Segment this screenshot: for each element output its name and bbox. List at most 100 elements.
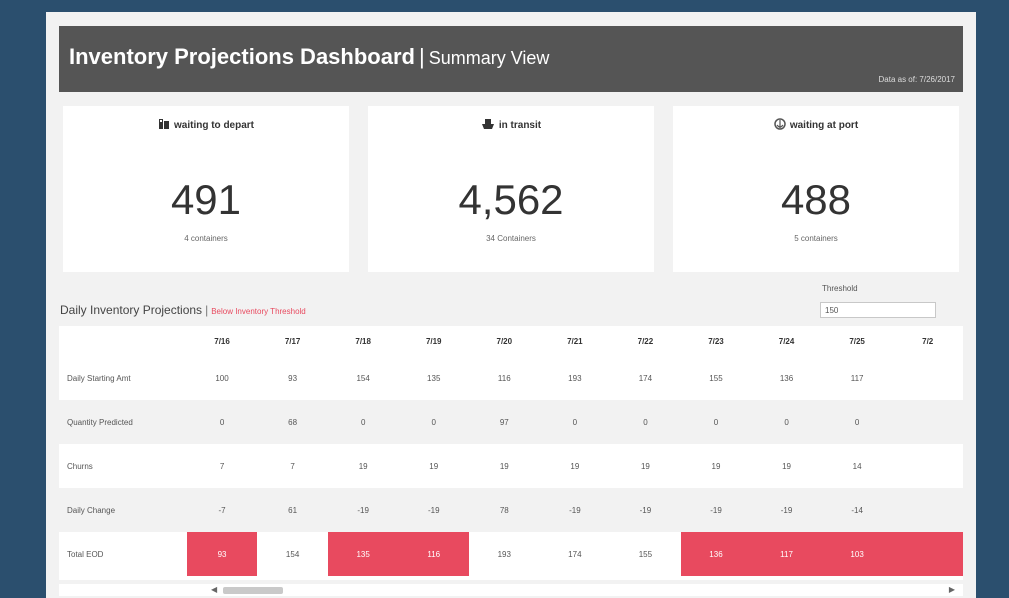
card-subtext: 5 containers: [794, 234, 838, 243]
date-header: 7/22: [637, 336, 654, 346]
card-label-text: waiting to depart: [174, 120, 254, 132]
table-cell: -19: [680, 488, 752, 532]
table-cell: 7: [219, 461, 225, 471]
card-label-text: in transit: [498, 120, 542, 132]
card-value: 488: [780, 176, 852, 223]
table-cell: 135: [427, 373, 441, 383]
table-row: Churns 7 7 19 19 19 19 19 19 19 14: [59, 444, 963, 488]
table-row: Daily Change -7 61 -19 -19 78 -19 -19 -19 -19 -14: [59, 488, 963, 532]
date-header: 7/18: [355, 336, 371, 346]
table-cell: 97: [469, 400, 540, 444]
card-waiting-at-port[interactable]: waiting at port 488 5 containers: [673, 106, 959, 272]
date-header: 7/25: [849, 336, 865, 346]
card-subtext: 4 containers: [184, 234, 228, 243]
table-cell: 136: [680, 532, 752, 576]
table-cell: 14: [852, 461, 862, 471]
scroll-left-icon[interactable]: ◀: [211, 585, 217, 594]
table-cell: 135: [327, 532, 399, 576]
table-cell: [892, 488, 963, 532]
projections-separator: |: [205, 303, 209, 317]
table-cell: 19: [640, 461, 650, 471]
table-cell: 68: [257, 400, 328, 444]
projections-table: 7/16 7/17 7/18 7/19 7/20 7/21 7/22 7/23 7/24 7/25…: [59, 326, 963, 576]
table-cell: 117: [751, 532, 822, 576]
scroll-right-icon[interactable]: ▶: [949, 585, 955, 594]
data-as-of: Data as of: 7/26/2017: [878, 75, 956, 84]
threshold-input[interactable]: [820, 302, 936, 318]
table-row: Daily Starting Amt 100 93 154 135 116 193 174 15…: [59, 356, 963, 400]
table-cell: 154: [285, 549, 300, 559]
table-cell: 0: [821, 400, 893, 444]
date-header: 7/2: [922, 336, 934, 346]
table-cell: 103: [821, 532, 893, 576]
projections-title-text: Daily Inventory Projections: [60, 303, 203, 317]
card-value: 491: [170, 176, 242, 223]
table-cell: 174: [638, 373, 653, 383]
date-header: 7/23: [708, 336, 724, 346]
below-threshold-legend: Below Inventory Threshold: [211, 307, 306, 316]
table-cell: 193: [568, 373, 582, 383]
row-label: Daily Starting Amt: [67, 373, 131, 383]
table-cell: 78: [469, 488, 540, 532]
table-cell: 0: [398, 400, 470, 444]
table-cell: 0: [680, 400, 752, 444]
card-label: in transit: [368, 118, 654, 133]
projections-table-container: 7/16 7/17 7/18 7/19 7/20 7/21 7/22 7/23 7/24 7/25…: [59, 326, 963, 580]
table-cell: -14: [821, 488, 893, 532]
ship-icon: [481, 118, 495, 133]
card-subtext: 34 Containers: [486, 234, 536, 243]
row-label: Churns: [67, 461, 93, 471]
table-cell: 0: [539, 400, 611, 444]
table-cell: 19: [711, 461, 721, 471]
table-header-row: 7/16 7/17 7/18 7/19 7/20 7/21 7/22 7/23 7/24 7/25…: [59, 326, 963, 356]
date-header: 7/21: [567, 336, 583, 346]
date-header: 7/17: [284, 336, 301, 346]
scrollbar-thumb[interactable]: [223, 587, 283, 594]
table-row: Total EOD 93 154 135 116 193 174 155 136 117 103: [59, 532, 963, 576]
subtitle-text: Summary View: [428, 48, 550, 68]
date-header: 7/20: [496, 336, 513, 346]
table-cell: 19: [358, 461, 368, 471]
table-cell: 174: [568, 549, 582, 559]
threshold-label: Threshold: [822, 284, 858, 293]
table-cell: 116: [497, 373, 511, 383]
table-cell: [892, 444, 963, 488]
dashboard-header: Inventory Projections Dashboard | Summary …: [59, 26, 963, 92]
title-separator: |: [418, 44, 425, 69]
table-cell: -19: [539, 488, 611, 532]
title-text: Inventory Projections Dashboard: [69, 44, 415, 69]
table-cell: 61: [257, 488, 328, 532]
table-cell: -19: [610, 488, 681, 532]
projections-title: Daily Inventory Projections | Below Invent…: [60, 303, 306, 317]
table-cell: 0: [610, 400, 681, 444]
row-label: Daily Change: [59, 488, 187, 532]
table-cell: -19: [398, 488, 470, 532]
table-cell: 117: [850, 373, 864, 383]
table-cell: [892, 400, 963, 444]
table-cell: 0: [186, 400, 258, 444]
card-waiting-to-depart[interactable]: waiting to depart 491 4 containers: [63, 106, 349, 272]
table-cell: 93: [186, 532, 258, 576]
depot-icon: [158, 118, 170, 133]
table-cell: 136: [779, 373, 794, 383]
table-cell: 193: [497, 549, 511, 559]
row-label: Total EOD: [67, 549, 104, 559]
table-cell: -19: [751, 488, 822, 532]
card-label-text: waiting at port: [789, 120, 859, 132]
table-cell: 0: [327, 400, 399, 444]
row-label: Quantity Predicted: [59, 400, 187, 444]
horizontal-scrollbar[interactable]: ◀ ▶: [59, 584, 963, 596]
card-in-transit[interactable]: in transit 4,562 34 Containers: [368, 106, 654, 272]
table-cell: [892, 356, 963, 400]
corner-cell: [59, 326, 187, 356]
table-cell: 100: [215, 373, 229, 383]
port-icon: [774, 118, 786, 133]
date-header: 7/24: [778, 336, 795, 346]
date-header: 7/16: [214, 336, 230, 346]
date-header: 7/19: [425, 336, 442, 346]
table-cell: [892, 532, 963, 576]
table-cell: 155: [709, 373, 723, 383]
dashboard-title: Inventory Projections Dashboard | Summary …: [69, 44, 549, 70]
card-label: waiting at port: [673, 118, 959, 133]
table-cell: 19: [570, 461, 580, 471]
